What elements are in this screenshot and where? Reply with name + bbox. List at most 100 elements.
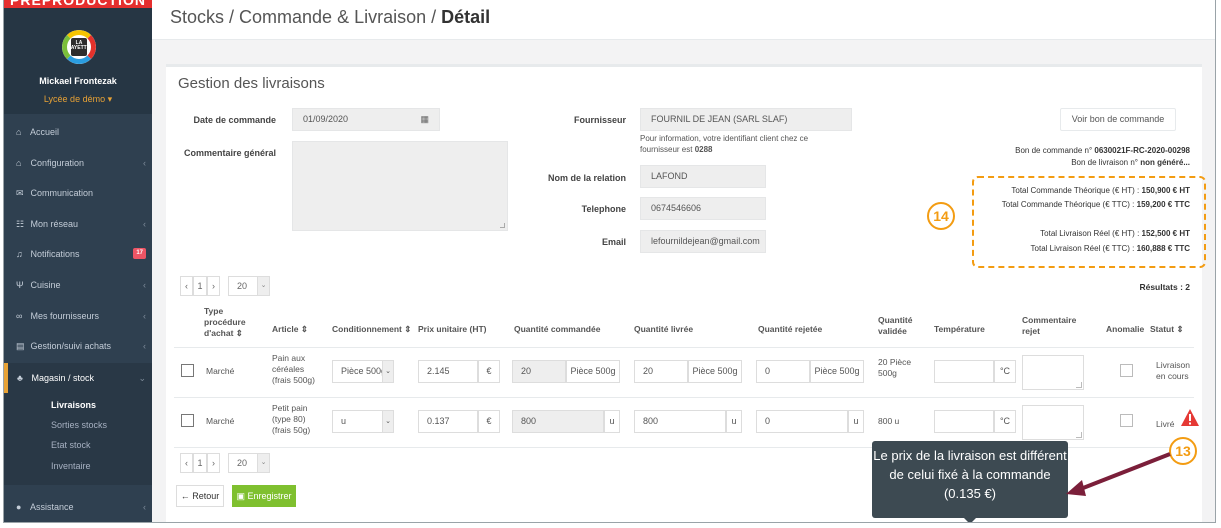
- save-button[interactable]: ▣ Enregistrer: [232, 485, 296, 507]
- nav-configuration[interactable]: ⌂ Configuration ‹: [4, 148, 152, 178]
- view-order-button[interactable]: Voir bon de commande: [1060, 108, 1176, 131]
- col-qte-commandee: Quantité commandée: [514, 324, 601, 334]
- temperature-input[interactable]: [934, 360, 994, 383]
- pager-next[interactable]: ›: [207, 276, 220, 296]
- col-anomalie: Anomalie: [1106, 324, 1145, 334]
- nav-label: Accueil: [30, 127, 60, 137]
- back-button[interactable]: ← Retour: [176, 485, 224, 507]
- info-icon: ●: [16, 502, 22, 512]
- col-qte-rejetee: Quantité rejetée: [758, 324, 823, 334]
- environment-banner: PREPRODUCTION: [4, 0, 152, 8]
- row-checkbox[interactable]: [181, 414, 194, 427]
- celsius-addon: °C: [994, 410, 1016, 433]
- col-conditionnement[interactable]: Conditionnement ⇕: [332, 324, 411, 335]
- school-selector[interactable]: Lycée de démo ▾: [4, 94, 152, 105]
- cutlery-icon: Ψ: [16, 280, 24, 290]
- email-input[interactable]: lefournildejean@gmail.com: [640, 230, 766, 253]
- phone-input[interactable]: 0674546606: [640, 197, 766, 220]
- warning-icon[interactable]: [1180, 408, 1200, 428]
- cond-select[interactable]: Pièce 500g ⌄: [332, 360, 394, 383]
- arrow-annotation: [1066, 452, 1171, 496]
- relation-input[interactable]: LAFOND: [640, 165, 766, 188]
- order-date-input[interactable]: 01/09/2020 ▦: [292, 108, 440, 131]
- chevron-left-icon: ‹: [143, 341, 146, 351]
- bank-icon: ⌂: [16, 158, 22, 168]
- status-text: Livraison en cours: [1156, 360, 1191, 381]
- qte-rejetee-input[interactable]: 0: [756, 360, 810, 383]
- per-page-select[interactable]: 20 ⌄: [228, 453, 270, 473]
- submenu-item-etat-stock[interactable]: Etat stock: [51, 440, 91, 450]
- save-icon: ▣: [236, 491, 245, 501]
- sidebar: PREPRODUCTION LA FAYETTE Mickael Frontez…: [4, 0, 152, 522]
- phone-label: Telephone: [581, 204, 626, 214]
- col-article[interactable]: Article ⇕: [272, 324, 308, 335]
- network-icon: ☷: [16, 219, 25, 229]
- panel-title: Gestion des livraisons: [178, 75, 325, 92]
- submenu-item-sorties-stocks[interactable]: Sorties stocks: [51, 420, 107, 430]
- celsius-addon: °C: [994, 360, 1016, 383]
- delivery-number: Bon de livraison n° non généré...: [896, 157, 1190, 169]
- nav-mes-fournisseurs[interactable]: ∞ Mes fournisseurs ‹: [4, 301, 152, 331]
- cond-value: u: [341, 416, 347, 426]
- cell-article: Pain aux céréales (frais 500g): [272, 353, 315, 385]
- chevron-left-icon: ‹: [143, 280, 146, 290]
- cubes-icon: ♣: [17, 373, 23, 383]
- chevron-down-icon: ⌄: [257, 277, 269, 295]
- nav-communication[interactable]: ✉ Communication: [4, 178, 152, 208]
- reject-comment-textarea[interactable]: [1022, 405, 1084, 440]
- per-page-select[interactable]: 20 ⌄: [228, 276, 270, 296]
- row-checkbox[interactable]: [181, 364, 194, 377]
- pager-prev[interactable]: ‹: [180, 453, 193, 473]
- order-number: Bon de commande n° 0630021F-RC-2020-0029…: [896, 145, 1190, 157]
- pager-prev[interactable]: ‹: [180, 276, 193, 296]
- col-type[interactable]: Type procédure d'achat ⇕: [204, 306, 254, 339]
- save-label: Enregistrer: [247, 491, 292, 501]
- logo-text: LA FAYETTE: [68, 40, 91, 51]
- nav-assistance[interactable]: ● Assistance ‹: [4, 492, 152, 522]
- qte-livree-unit: Pièce 500g: [688, 360, 742, 383]
- cell-type: Marché: [206, 416, 235, 426]
- nav-gestion-achats[interactable]: ▤ Gestion/suivi achats ‹: [4, 331, 152, 361]
- qte-validee: 800 u: [878, 416, 900, 426]
- bell-icon: ♫: [16, 249, 23, 259]
- qte-livree-input[interactable]: 800: [634, 410, 726, 433]
- calendar-icon[interactable]: ▦: [420, 109, 429, 130]
- nav-cuisine[interactable]: Ψ Cuisine ‹: [4, 270, 152, 300]
- qte-commandee-unit: u: [604, 410, 620, 433]
- chevron-left-icon: ‹: [143, 219, 146, 229]
- qte-livree-input[interactable]: 20: [634, 360, 688, 383]
- nav-label: Cuisine: [30, 280, 61, 290]
- nav-accueil[interactable]: ⌂ Accueil: [4, 117, 152, 147]
- nav-magasin-stock[interactable]: ♣ Magasin / stock ⌄: [4, 363, 152, 393]
- reject-comment-textarea[interactable]: [1022, 355, 1084, 390]
- order-date-label: Date de commande: [193, 115, 276, 125]
- col-statut[interactable]: Statut ⇕: [1150, 324, 1184, 335]
- pager-page[interactable]: 1: [193, 276, 207, 296]
- profile-block: LA FAYETTE Mickael Frontezak Lycée de dé…: [4, 8, 152, 114]
- app-window: PREPRODUCTION LA FAYETTE Mickael Frontez…: [3, 0, 1216, 523]
- qte-livree-unit: u: [726, 410, 742, 433]
- supplier-info: Pour information, votre identifiant clie…: [640, 133, 852, 155]
- cond-select[interactable]: u ⌄: [332, 410, 394, 433]
- general-comment-textarea[interactable]: [292, 141, 508, 231]
- nav-notifications[interactable]: ♫ Notifications 17: [4, 239, 152, 269]
- qte-rejetee-input[interactable]: 0: [756, 410, 848, 433]
- pager-next[interactable]: ›: [207, 453, 220, 473]
- nav-mon-reseau[interactable]: ☷ Mon réseau ‹: [4, 209, 152, 239]
- pager-page[interactable]: 1: [193, 453, 207, 473]
- price-input[interactable]: 2.145: [418, 360, 478, 383]
- anomaly-checkbox[interactable]: [1120, 364, 1133, 377]
- general-comment-label: Commentaire général: [183, 148, 276, 158]
- submenu-item-inventaire[interactable]: Inventaire: [51, 461, 91, 471]
- temperature-input[interactable]: [934, 410, 994, 433]
- chevron-down-icon: ⌄: [257, 454, 269, 472]
- anomaly-checkbox[interactable]: [1120, 414, 1133, 427]
- order-number-label: Bon de commande n°: [1015, 146, 1095, 155]
- supplier-input[interactable]: FOURNIL DE JEAN (SARL SLAF): [640, 108, 852, 131]
- price-warning-tooltip: Le prix de la livraison est différent de…: [872, 441, 1068, 518]
- price-input[interactable]: 0.137: [418, 410, 478, 433]
- user-name: Mickael Frontezak: [39, 76, 117, 86]
- nav-label: Configuration: [30, 158, 85, 168]
- submenu-item-livraisons[interactable]: Livraisons: [51, 400, 96, 410]
- qte-commandee-value: 20: [512, 360, 566, 383]
